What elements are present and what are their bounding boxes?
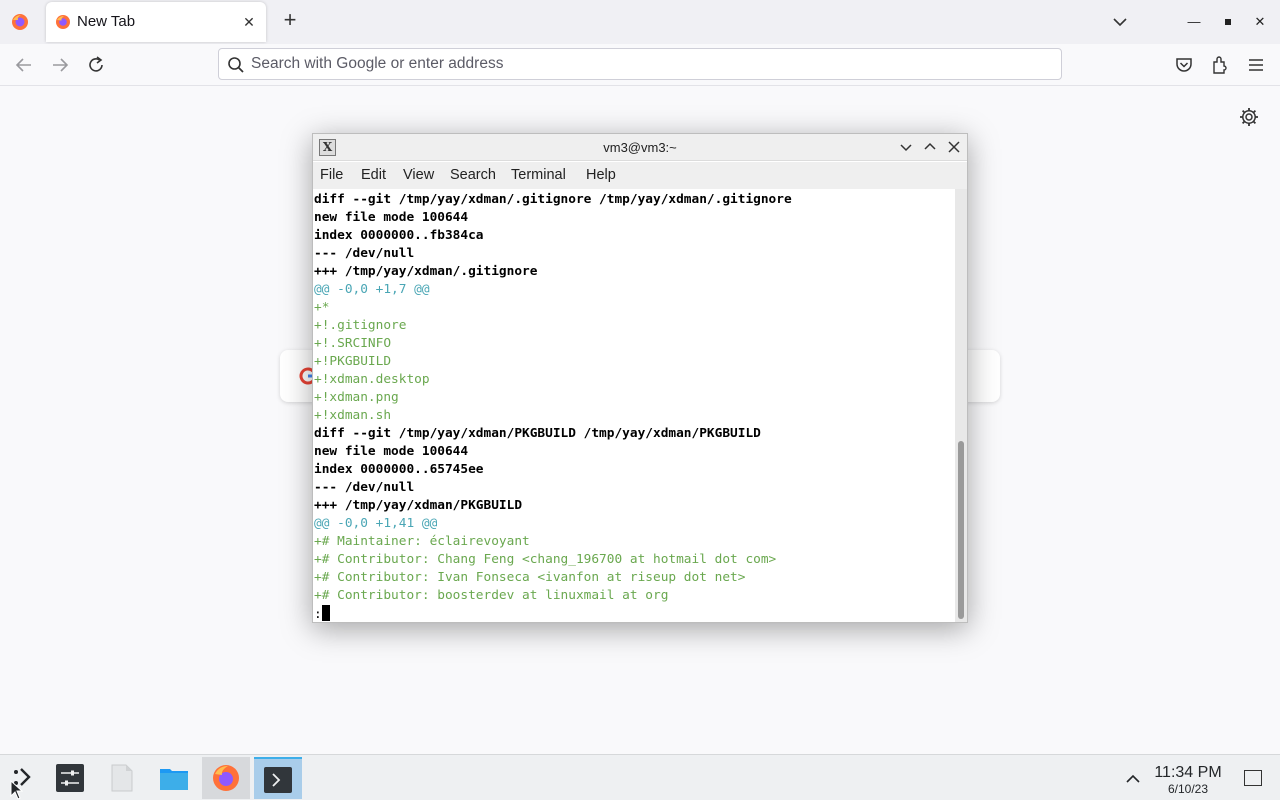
terminal-titlebar[interactable]: X vm3@vm3:~ — [313, 134, 967, 161]
terminal-line: +* — [314, 300, 330, 315]
gear-icon[interactable] — [1238, 106, 1260, 128]
terminal-line: +# Contributor: Ivan Fonseca <ivanfon at… — [314, 570, 746, 585]
text-cursor — [321, 605, 330, 621]
pager-prompt-line[interactable]: : — [313, 605, 955, 622]
terminal-line: new file mode 100644 — [314, 444, 469, 459]
terminal-line: +# Maintainer: éclairevoyant — [314, 534, 530, 549]
clock-date[interactable]: 6/10/23 — [1150, 782, 1226, 796]
maximize-chevron-icon[interactable] — [921, 138, 939, 156]
mouse-pointer-icon — [10, 780, 24, 800]
terminal-window-title: vm3@vm3:~ — [603, 140, 677, 155]
minimize-chevron-icon[interactable] — [897, 138, 915, 156]
terminal-line: index 0000000..65745ee — [314, 462, 484, 477]
terminal-line: --- /dev/null — [314, 246, 415, 261]
navigation-toolbar — [0, 44, 1280, 86]
terminal-line: diff --git /tmp/yay/xdman/PKGBUILD /tmp/… — [314, 426, 761, 441]
terminal-line: +!xdman.desktop — [314, 372, 430, 387]
scrollbar-thumb[interactable] — [958, 441, 964, 619]
reload-icon[interactable] — [85, 54, 107, 76]
pocket-icon[interactable] — [1173, 54, 1195, 76]
system-tray-expand-chevron-icon[interactable] — [1124, 771, 1142, 785]
menu-search[interactable]: Search — [450, 167, 496, 183]
terminal-scrollbar[interactable] — [955, 189, 967, 622]
tab-close-icon[interactable]: ✕ — [238, 11, 260, 33]
new-tab-button[interactable]: + — [278, 9, 302, 33]
address-input[interactable] — [251, 52, 1031, 76]
terminal-line: +!.gitignore — [314, 318, 407, 333]
back-arrow-icon[interactable] — [13, 54, 35, 76]
firefox-view-icon[interactable] — [10, 12, 30, 32]
terminal-line: new file mode 100644 — [314, 210, 469, 225]
tab-new-tab[interactable]: New Tab ✕ — [46, 2, 266, 42]
document-icon — [111, 764, 133, 792]
terminal-line: diff --git /tmp/yay/xdman/.gitignore /tm… — [314, 192, 792, 207]
menu-edit[interactable]: Edit — [361, 167, 386, 183]
terminal-line: @@ -0,0 +1,41 @@ — [314, 516, 438, 531]
terminal-line: +!PKGBUILD — [314, 354, 392, 369]
pager-prompt: : — [314, 607, 322, 622]
forward-arrow-icon[interactable] — [49, 54, 71, 76]
taskbar-terminal[interactable] — [254, 757, 302, 799]
list-all-tabs-chevron-icon[interactable] — [1108, 10, 1132, 34]
window-minimize-button[interactable]: — — [1184, 12, 1204, 32]
terminal-line: +!xdman.png — [314, 390, 399, 405]
application-launcher-button[interactable] — [0, 757, 48, 799]
extensions-icon[interactable] — [1209, 54, 1231, 76]
close-icon[interactable] — [945, 138, 963, 156]
hamburger-menu-icon[interactable] — [1245, 54, 1267, 76]
address-bar[interactable] — [218, 48, 1062, 80]
terminal-line: +# Contributor: Chang Feng <chang_196700… — [314, 552, 777, 567]
menu-file[interactable]: File — [320, 167, 343, 183]
firefox-icon — [213, 765, 239, 791]
show-desktop-button[interactable] — [1244, 770, 1262, 786]
window-maximize-button[interactable] — [1218, 12, 1238, 32]
taskbar-system-settings[interactable] — [46, 757, 94, 799]
firefox-favicon-icon — [56, 15, 70, 29]
clock-time[interactable]: 11:34 PM — [1150, 764, 1226, 782]
terminal-output[interactable]: diff --git /tmp/yay/xdman/.gitignore /tm… — [313, 189, 955, 622]
terminal-line: index 0000000..fb384ca — [314, 228, 484, 243]
taskbar-text-editor[interactable] — [98, 757, 146, 799]
tab-title: New Tab — [77, 13, 136, 30]
search-icon — [228, 57, 244, 73]
terminal-line: +++ /tmp/yay/xdman/.gitignore — [314, 264, 538, 279]
taskbar: 11:34 PM 6/10/23 — [0, 754, 1280, 800]
menu-terminal[interactable]: Terminal — [511, 167, 566, 183]
menu-help[interactable]: Help — [586, 167, 616, 183]
menu-view[interactable]: View — [403, 167, 434, 183]
taskbar-firefox[interactable] — [202, 757, 250, 799]
settings-sliders-icon — [56, 764, 84, 792]
terminal-menubar: File Edit View Search Terminal Help — [313, 162, 967, 189]
terminal-line: +# Contributor: boosterdev at linuxmail … — [314, 588, 669, 603]
window-close-button[interactable]: ✕ — [1250, 12, 1270, 32]
terminal-line: +!xdman.sh — [314, 408, 392, 423]
taskbar-file-manager[interactable] — [150, 757, 198, 799]
terminal-line: @@ -0,0 +1,7 @@ — [314, 282, 430, 297]
tab-bar: New Tab ✕ + — ✕ — [0, 0, 1280, 44]
terminal-line: +++ /tmp/yay/xdman/PKGBUILD — [314, 498, 523, 513]
terminal-line: +!.SRCINFO — [314, 336, 392, 351]
terminal-line: --- /dev/null — [314, 480, 415, 495]
terminal-window[interactable]: X vm3@vm3:~ File Edit View Search Termin… — [312, 133, 968, 623]
folder-icon — [160, 769, 188, 790]
terminal-icon — [264, 767, 292, 793]
